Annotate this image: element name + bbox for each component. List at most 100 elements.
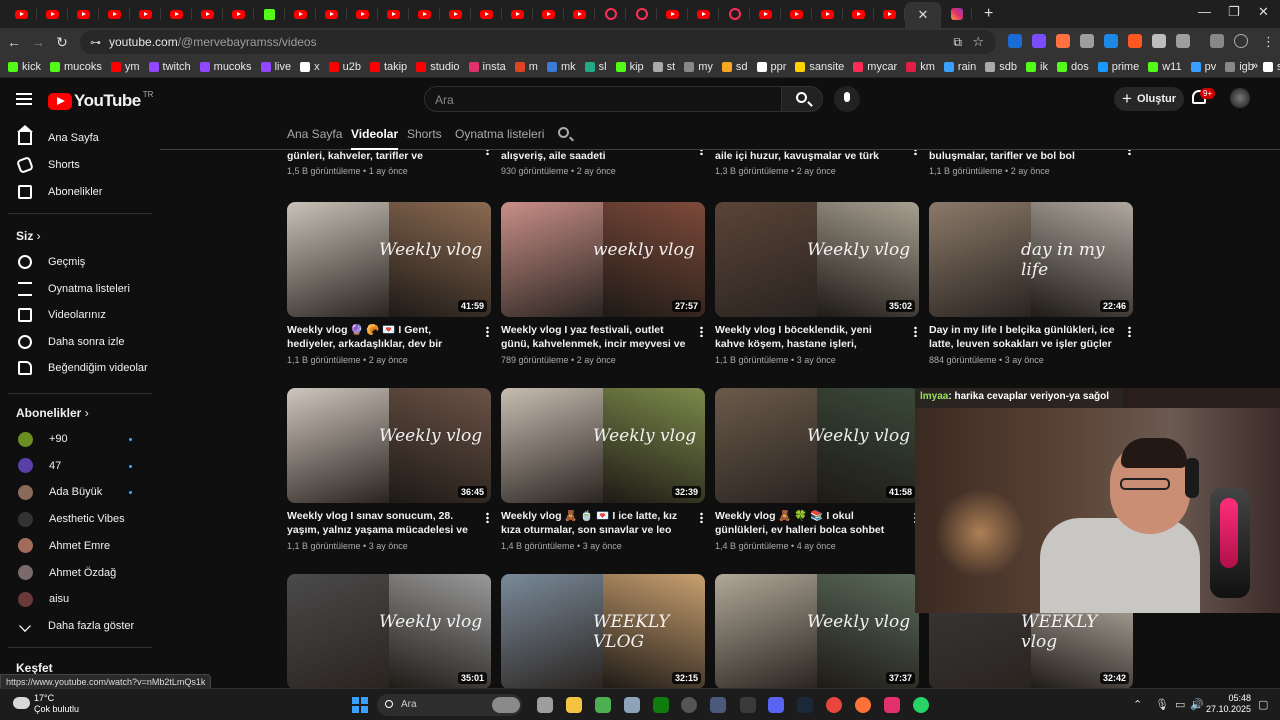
bookmark-item[interactable]: igb bbox=[1225, 61, 1254, 73]
browser-tab[interactable] bbox=[254, 2, 285, 26]
task-view-icon[interactable] bbox=[537, 697, 553, 713]
more-options-icon[interactable] bbox=[486, 150, 489, 155]
bookmark-item[interactable]: st bbox=[652, 61, 675, 73]
extension-icon[interactable] bbox=[1152, 34, 1166, 48]
video-card[interactable]: Weekly vlog 35:01 bbox=[287, 574, 491, 688]
new-tab-button[interactable]: + bbox=[984, 5, 993, 23]
video-thumbnail[interactable]: Weekly vlog 36:45 bbox=[287, 388, 491, 503]
video-thumbnail[interactable]: WEEKLY VLOG 32:15 bbox=[501, 574, 705, 688]
bookmark-item[interactable]: mucoks bbox=[49, 61, 102, 73]
bookmark-item[interactable]: ik bbox=[1026, 61, 1048, 73]
whatsapp-icon[interactable] bbox=[913, 697, 929, 713]
video-thumbnail[interactable]: Weekly vlog 32:39 bbox=[501, 388, 705, 503]
more-options-icon[interactable] bbox=[700, 512, 703, 523]
browser-tab[interactable] bbox=[812, 2, 843, 26]
store-icon[interactable] bbox=[595, 697, 611, 713]
start-button[interactable] bbox=[352, 697, 368, 713]
minimize-button[interactable]: — bbox=[1198, 4, 1211, 19]
sidebar-item[interactable]: Daha sonra izle bbox=[0, 329, 152, 355]
extension-icon[interactable] bbox=[1056, 34, 1070, 48]
video-thumbnail[interactable]: Weekly vlog 37:37 bbox=[715, 574, 919, 688]
account-avatar[interactable] bbox=[1230, 88, 1250, 108]
tab-ana-sayfa[interactable]: Ana Sayfa bbox=[287, 127, 342, 141]
bookmark-item[interactable]: my bbox=[684, 61, 713, 73]
discord-icon[interactable] bbox=[768, 697, 784, 713]
browser-tab[interactable] bbox=[595, 2, 626, 26]
sidebar-item[interactable]: Abonelikler bbox=[0, 179, 152, 205]
chrome-icon[interactable] bbox=[826, 697, 842, 713]
video-card[interactable]: Weekly vlog 35:02 Weekly vlog I böceklendi… bbox=[715, 202, 919, 365]
tab-oynatma-listeleri[interactable]: Oynatma listeleri bbox=[455, 127, 544, 141]
bookmark-item[interactable]: m bbox=[514, 61, 538, 73]
bookmark-item[interactable]: sansite bbox=[795, 61, 844, 73]
browser-tab[interactable] bbox=[502, 2, 533, 26]
close-window-button[interactable]: ✕ bbox=[1258, 4, 1269, 20]
browser-tab[interactable] bbox=[37, 2, 68, 26]
video-title[interactable]: Weekly vlog 🔮 🥐 💌 I Gent, hediyeler, ark… bbox=[287, 324, 473, 351]
search-input[interactable]: Ara bbox=[424, 86, 782, 112]
sidebar-you-header[interactable]: Siz › bbox=[16, 229, 41, 243]
video-card[interactable]: Weekly vlog 36:45 Weekly vlog I sınav sonu… bbox=[287, 388, 491, 551]
video-thumbnail[interactable]: weekly vlog 27:57 bbox=[501, 202, 705, 317]
menu-icon[interactable] bbox=[16, 93, 32, 105]
bookmark-item[interactable]: mycar bbox=[853, 61, 897, 73]
profile-icon[interactable] bbox=[1234, 34, 1248, 48]
video-thumbnail[interactable]: Weekly vlog 41:59 bbox=[287, 202, 491, 317]
bookmark-item[interactable]: takip bbox=[369, 61, 407, 73]
browser-tab[interactable] bbox=[781, 2, 812, 26]
sidebar-item[interactable]: Beğendiğim videolar bbox=[0, 355, 152, 381]
network-icon[interactable]: ▭ bbox=[1175, 698, 1185, 711]
bookmark-item[interactable]: sl bbox=[584, 61, 607, 73]
channel-search-icon[interactable] bbox=[558, 127, 569, 138]
browser-tab[interactable] bbox=[285, 2, 316, 26]
browser-tab[interactable] bbox=[688, 2, 719, 26]
browser-tab[interactable] bbox=[161, 2, 192, 26]
video-thumbnail[interactable]: Weekly vlog 41:58 bbox=[715, 388, 919, 503]
more-options-icon[interactable] bbox=[486, 326, 489, 337]
menu-kebab-icon[interactable]: ⋮ bbox=[1262, 34, 1275, 50]
video-card[interactable]: Weekly vlog 37:37 bbox=[715, 574, 919, 688]
bookmark-item[interactable]: mucoks bbox=[199, 61, 252, 73]
video-card[interactable]: Weekly vlog 41:59 Weekly vlog 🔮 🥐 💌 I Gent… bbox=[287, 202, 491, 365]
tray-chevron-icon[interactable]: ⌃ bbox=[1133, 698, 1142, 711]
sidebar-item[interactable]: Oynatma listeleri bbox=[0, 276, 152, 302]
video-card[interactable]: günleri, kahveler, tarifler ve yürüyüşle… bbox=[287, 150, 491, 176]
steam-taskbar-thumb[interactable] bbox=[492, 697, 520, 713]
video-thumbnail[interactable]: Weekly vlog 35:02 bbox=[715, 202, 919, 317]
video-title[interactable]: Weekly vlog I yaz festivali, outlet günü… bbox=[501, 324, 687, 351]
tab-shorts[interactable]: Shorts bbox=[407, 127, 442, 141]
video-thumbnail[interactable]: day in my life 22:46 bbox=[929, 202, 1133, 317]
extension-icon[interactable] bbox=[1104, 34, 1118, 48]
bookmark-item[interactable]: prime bbox=[1097, 61, 1139, 73]
back-icon[interactable]: ← bbox=[2, 34, 26, 50]
browser-tab[interactable] bbox=[6, 2, 37, 26]
bookmarks-overflow-icon[interactable]: » bbox=[1252, 60, 1258, 72]
browser-tab[interactable] bbox=[378, 2, 409, 26]
voice-search-button[interactable] bbox=[834, 86, 860, 112]
video-card[interactable]: buluşmalar, tarifler ve bol bol eğlence 1… bbox=[929, 150, 1133, 176]
maximize-button[interactable]: ❐ bbox=[1228, 4, 1240, 20]
bookmark-item[interactable]: w11 bbox=[1148, 61, 1182, 73]
video-title[interactable]: alışveriş, aile saadeti bbox=[501, 150, 687, 164]
browser-tab[interactable] bbox=[68, 2, 99, 26]
browser-tab[interactable] bbox=[409, 2, 440, 26]
instagram-icon[interactable] bbox=[884, 697, 900, 713]
video-card[interactable]: Weekly vlog 32:39 Weekly vlog 🧸 🍵 💌 I ice … bbox=[501, 388, 705, 551]
more-options-icon[interactable] bbox=[700, 150, 703, 155]
browser-tab[interactable]: ✕ bbox=[905, 2, 941, 28]
sidebar-item[interactable]: Ana Sayfa bbox=[0, 125, 152, 151]
video-card[interactable]: weekly vlog 27:57 Weekly vlog I yaz festiv… bbox=[501, 202, 705, 365]
video-title[interactable]: aile içi huzur, kavuşmalar ve türk lezze… bbox=[715, 150, 901, 164]
sidebar-item[interactable]: Shorts bbox=[0, 152, 152, 178]
browser-tab[interactable] bbox=[347, 2, 378, 26]
bookmark-item[interactable]: u2b bbox=[328, 61, 361, 73]
video-title[interactable]: Weekly vlog I böceklendik, yeni kahve kö… bbox=[715, 324, 901, 351]
sidebar-item[interactable]: Ahmet Emre bbox=[0, 533, 152, 559]
browser-tab[interactable] bbox=[223, 2, 254, 26]
url-field[interactable]: ⊶ youtube.com/@mervebayramss/videos ⧉ ☆ bbox=[80, 30, 996, 54]
extension-icon[interactable] bbox=[1176, 34, 1190, 48]
forward-icon[interactable]: → bbox=[26, 34, 50, 50]
extension-icon[interactable] bbox=[1032, 34, 1046, 48]
video-card[interactable]: aile içi huzur, kavuşmalar ve türk lezze… bbox=[715, 150, 919, 176]
browser-tab[interactable] bbox=[719, 2, 750, 26]
